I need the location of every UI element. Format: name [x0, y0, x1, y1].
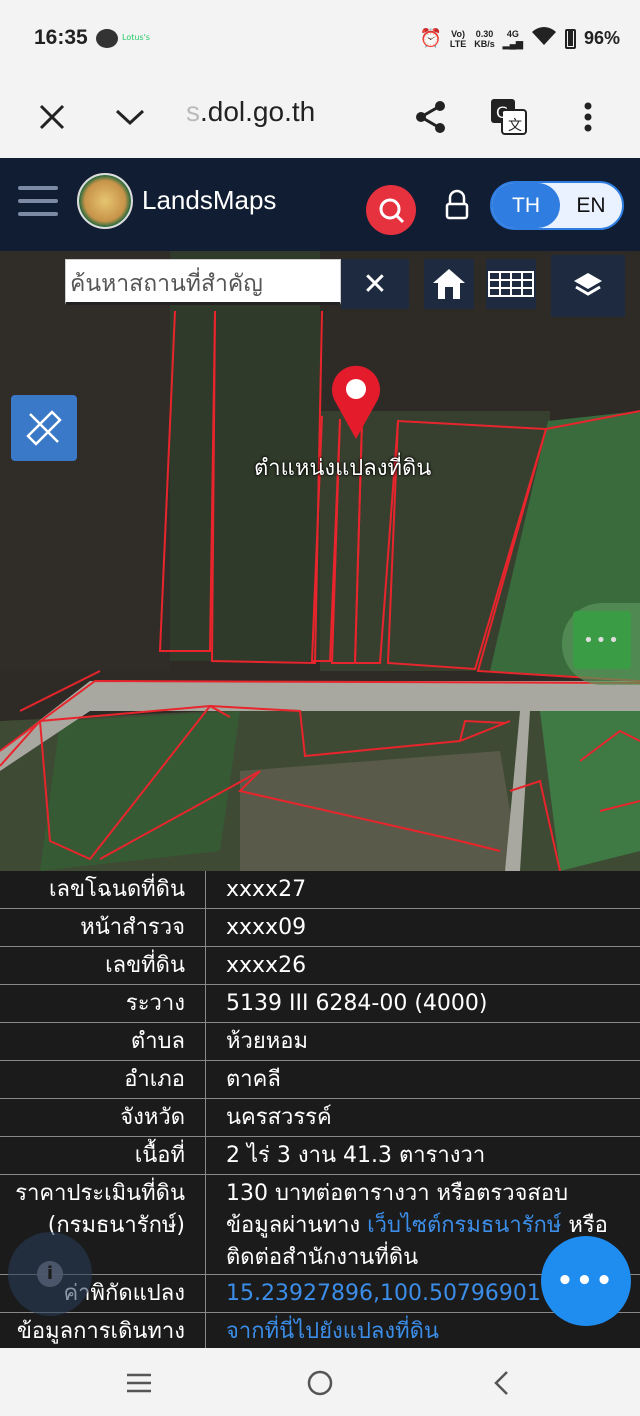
table-row: เลขที่ดิน xxxx26	[0, 947, 640, 985]
volte-indicator: Vo) LTE	[449, 28, 467, 49]
info-button[interactable]: i	[8, 1232, 92, 1316]
clear-search-icon[interactable]: ✕	[341, 259, 409, 309]
more-vert-icon[interactable]	[563, 92, 613, 142]
svg-text:文: 文	[508, 118, 522, 134]
home-nav-icon[interactable]	[300, 1368, 340, 1398]
info-icon: i	[37, 1261, 63, 1287]
menu-icon[interactable]	[18, 186, 58, 220]
url-text[interactable]: s.dol.go.th	[186, 96, 315, 128]
more-dots-icon[interactable]: •••	[573, 611, 631, 669]
treasury-website-link[interactable]: เว็บไซต์กรมธนารักษ์	[367, 1213, 561, 1238]
grid-icon[interactable]	[486, 259, 536, 309]
satellite-map	[0, 251, 640, 871]
share-icon[interactable]	[406, 92, 456, 142]
coordinates-link[interactable]: 15.23927896,100.50796901	[226, 1281, 541, 1306]
language-toggle[interactable]: TH EN	[490, 181, 624, 230]
network-speed: 0.30 KB/s	[474, 28, 495, 49]
table-row: จังหวัด นครสวรรค์	[0, 1099, 640, 1137]
lang-en-button[interactable]: EN	[560, 183, 622, 228]
price-text-line1: 130 บาทต่อตารางวา หรือตรวจสอบ	[226, 1181, 569, 1206]
svg-text:G: G	[496, 103, 508, 122]
table-row: เนื้อที่ 2 ไร่ 3 งาน 41.3 ตารางวา	[0, 1137, 640, 1175]
more-fab-button[interactable]: •••	[541, 1236, 631, 1326]
wifi-icon	[531, 26, 557, 51]
status-bar: 16:35 Lotus's ⏰ Vo) LTE 0.30 KB/s 4G ▂▄▆ 96…	[0, 0, 640, 78]
map-view[interactable]: ค้นหาสถานที่สำคัญ ✕ ตำแหน่งแปลงที่ดิน ••…	[0, 251, 640, 871]
travel-row: ข้อมูลการเดินทาง จากที่นี่ไปยังแปลงที่ดิ…	[0, 1313, 640, 1348]
battery-icon	[564, 28, 576, 49]
back-icon[interactable]	[481, 1368, 521, 1398]
system-nav-bar	[0, 1348, 640, 1416]
table-row: อำเภอ ตาคลี	[0, 1061, 640, 1099]
translate-icon[interactable]: G文	[484, 92, 534, 142]
price-key-line2: (กรมธนารักษ์)	[47, 1213, 185, 1238]
price-row: ราคาประเมินที่ดิน (กรมธนารักษ์) 130 บาทต่…	[0, 1175, 640, 1275]
table-row: ตำบล ห้วยหอม	[0, 1023, 640, 1061]
search-icon	[379, 198, 405, 224]
search-button[interactable]	[366, 185, 416, 235]
alarm-icon: ⏰	[419, 28, 442, 48]
recents-icon[interactable]	[119, 1368, 159, 1398]
price-text-line2: ข้อมูลผ่านทาง	[226, 1213, 368, 1238]
table-row: เลขโฉนดที่ดิน xxxx27	[0, 871, 640, 909]
status-time: 16:35	[34, 26, 88, 49]
layers-icon[interactable]	[551, 255, 625, 317]
price-text-line2-tail: หรือ	[561, 1213, 608, 1238]
browser-toolbar: s.dol.go.th G文	[0, 78, 640, 158]
chat-notification-icon	[96, 29, 118, 48]
price-text-line3: ติดต่อสำนักงานที่ดิน	[226, 1245, 419, 1270]
department-logo	[77, 173, 133, 229]
brand-title: LandsMaps	[142, 185, 277, 215]
measure-tool-icon[interactable]	[11, 395, 77, 461]
location-pin-icon[interactable]	[328, 363, 384, 445]
home-icon[interactable]	[424, 259, 474, 309]
directions-link[interactable]: จากที่นี่ไปยังแปลงที่ดิน	[226, 1319, 439, 1344]
map-more-tab[interactable]: •••	[562, 603, 640, 685]
table-row: หน้าสำรวจ xxxx09	[0, 909, 640, 947]
lang-th-button[interactable]: TH	[492, 183, 560, 228]
signal-icon: 4G ▂▄▆	[502, 28, 523, 49]
pin-label: ตำแหน่งแปลงที่ดิน	[254, 456, 432, 481]
battery-level: 96%	[583, 28, 620, 48]
price-key-line1: ราคาประเมินที่ดิน	[15, 1181, 185, 1206]
lock-icon[interactable]	[442, 186, 472, 226]
map-search-input[interactable]: ค้นหาสถานที่สำคัญ	[65, 259, 341, 305]
close-icon[interactable]	[27, 92, 77, 142]
chevron-down-icon[interactable]	[105, 92, 155, 142]
table-row: ระวาง 5139 III 6284-00 (4000)	[0, 985, 640, 1023]
notification-app-label: Lotus's	[122, 33, 150, 42]
